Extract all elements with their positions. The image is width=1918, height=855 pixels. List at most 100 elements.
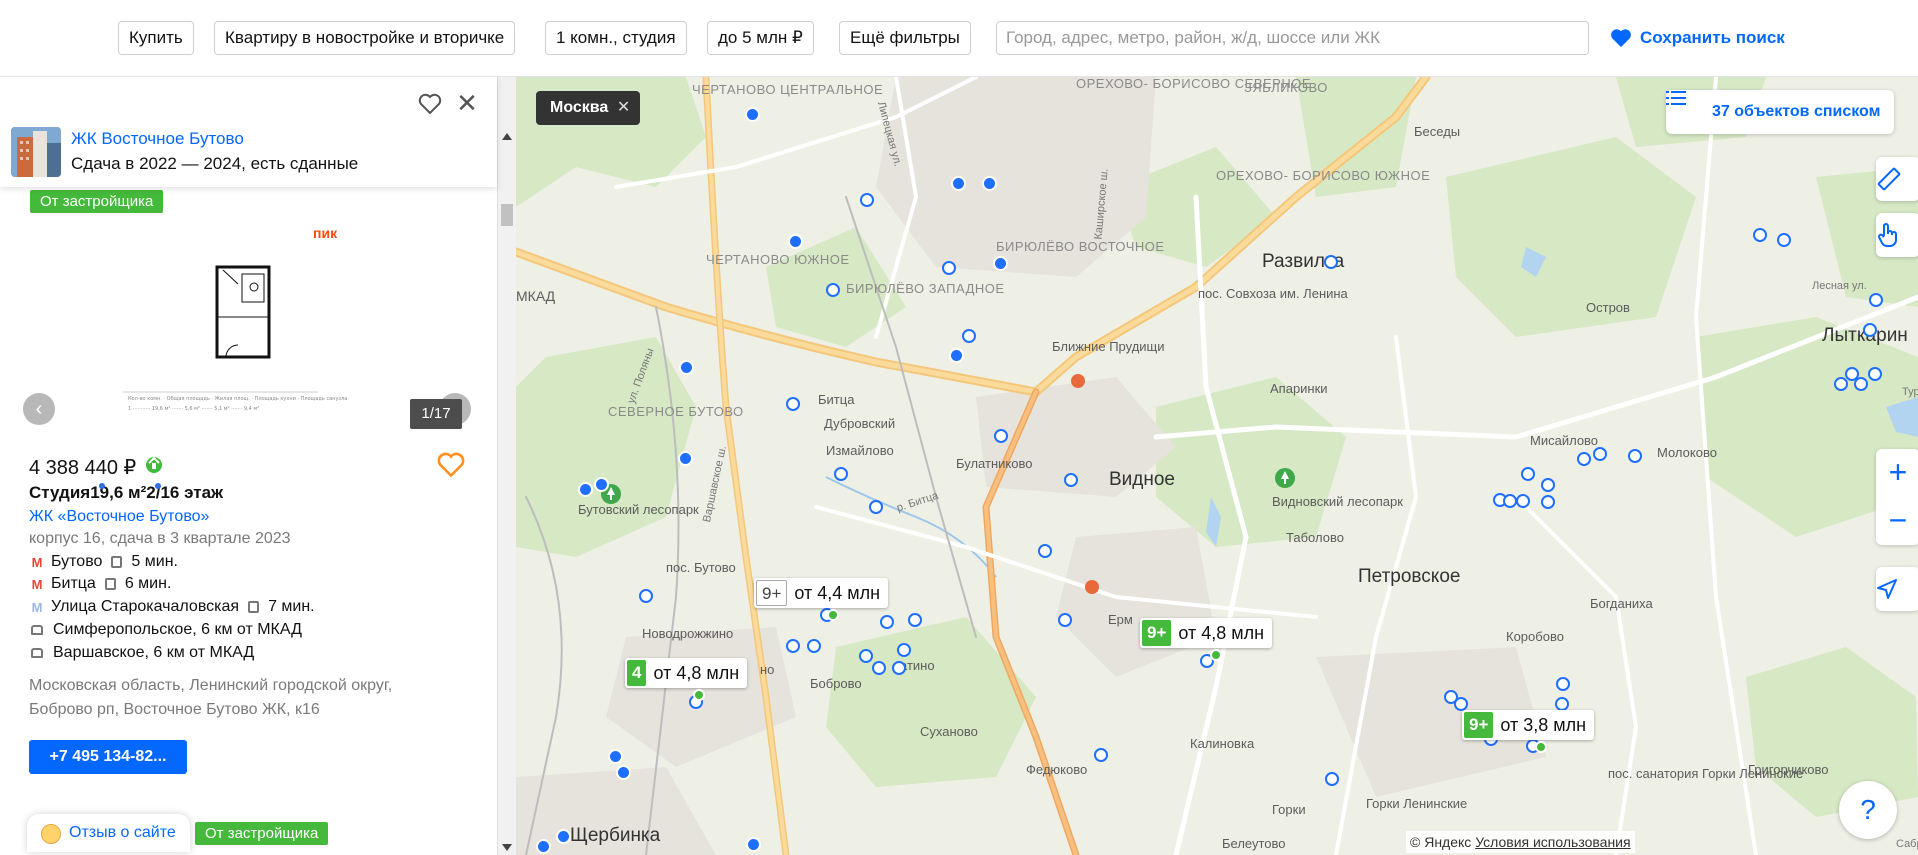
help-button[interactable]: ? [1839, 781, 1897, 839]
prev-photo-button[interactable]: ‹ [23, 393, 55, 425]
complex-thumbnail[interactable] [11, 127, 61, 177]
feedback-button[interactable]: Отзыв о сайте [27, 814, 190, 852]
scroll-thumb[interactable] [501, 204, 513, 226]
object-marker[interactable] [826, 283, 840, 297]
scroll-up-arrow[interactable] [502, 133, 512, 140]
object-marker[interactable] [786, 397, 800, 411]
object-marker[interactable] [859, 649, 873, 663]
object-marker[interactable] [1541, 478, 1555, 492]
zoom-in-button[interactable]: + [1876, 449, 1918, 497]
object-marker[interactable] [982, 176, 997, 191]
object-marker[interactable] [1038, 544, 1052, 558]
object-marker[interactable] [679, 360, 694, 375]
object-marker[interactable] [869, 500, 883, 514]
deal-type-button[interactable]: Купить [118, 21, 194, 55]
price-cluster[interactable]: 9+ от 4,8 млн [1140, 618, 1273, 648]
list-icon [1666, 91, 1686, 105]
object-marker[interactable] [892, 661, 906, 675]
save-search-button[interactable]: Сохранить поиск [1610, 21, 1785, 55]
object-marker[interactable] [1454, 697, 1468, 711]
favorite-offer-icon[interactable] [437, 452, 465, 478]
object-marker[interactable] [1868, 367, 1882, 381]
cluster-anchor[interactable] [827, 609, 839, 621]
object-marker[interactable] [1064, 473, 1078, 487]
jk-link[interactable]: ЖК «Восточное Бутово» [29, 508, 209, 526]
object-marker[interactable] [1556, 677, 1570, 691]
object-marker[interactable] [994, 429, 1008, 443]
object-marker[interactable] [1854, 377, 1868, 391]
search-input[interactable]: Город, адрес, метро, район, ж/д, шоссе и… [996, 21, 1589, 55]
hand-icon [1878, 223, 1897, 247]
drag-mode-button[interactable] [1876, 213, 1918, 257]
price-cluster[interactable]: 4 от 4,8 млн [625, 658, 748, 688]
object-marker[interactable] [1869, 293, 1883, 307]
object-marker[interactable] [788, 234, 803, 249]
object-marker[interactable] [1777, 233, 1791, 247]
price-cluster[interactable]: 9+ от 3,8 млн [1462, 710, 1595, 740]
object-marker[interactable] [536, 839, 551, 854]
object-marker[interactable] [745, 107, 760, 122]
object-marker[interactable] [860, 193, 874, 207]
object-marker[interactable] [1058, 613, 1072, 627]
object-marker[interactable] [1593, 447, 1607, 461]
object-marker[interactable] [616, 765, 631, 780]
price-button[interactable]: до 5 млн ₽ [707, 21, 814, 55]
ruler-button[interactable] [1876, 157, 1918, 201]
object-marker[interactable] [1094, 748, 1108, 762]
object-marker[interactable] [1834, 377, 1848, 391]
geolocation-button[interactable] [1876, 567, 1918, 611]
object-marker[interactable] [578, 482, 593, 497]
complex-name-link[interactable]: ЖК Восточное Бутово [71, 129, 244, 149]
object-marker[interactable] [834, 467, 848, 481]
object-type-button[interactable]: Квартиру в новостройке и вторичке [214, 21, 516, 55]
object-marker[interactable] [1577, 452, 1591, 466]
object-marker[interactable] [786, 639, 800, 653]
object-marker[interactable] [639, 589, 653, 603]
terms-link[interactable]: Условия использования [1475, 834, 1630, 850]
show-phone-button[interactable]: +7 495 134-82... [29, 740, 187, 774]
map-label: ОРЕХОВО- БОРИСОВО ЮЖНОЕ [1216, 168, 1431, 183]
object-marker[interactable] [897, 643, 911, 657]
object-marker[interactable] [949, 348, 964, 363]
map[interactable]: ЧЕРТАНОВО ЦЕНТРАЛЬНОЕ ЧЕРТАНОВО ЮЖНОЕ БИ… [516, 77, 1918, 855]
object-marker[interactable] [556, 829, 571, 844]
object-marker[interactable] [993, 256, 1008, 271]
list-view-button[interactable]: 37 объектов списком [1666, 90, 1895, 134]
zoom-out-button[interactable]: − [1876, 497, 1918, 545]
object-marker[interactable] [880, 615, 894, 629]
object-marker[interactable] [1325, 772, 1339, 786]
cluster-anchor[interactable] [1535, 741, 1547, 753]
close-icon[interactable]: ✕ [455, 90, 479, 116]
object-marker[interactable] [1753, 228, 1767, 242]
city-filter-chip[interactable]: Москва ✕ [536, 91, 641, 125]
cluster-anchor[interactable] [1210, 649, 1222, 661]
object-marker[interactable] [1521, 467, 1535, 481]
floorplan-image[interactable]: 1 ··········· 19,6 м² ······· 5,6 м² ···… [18, 222, 468, 422]
scroll-down-arrow[interactable] [502, 844, 512, 851]
price-cluster[interactable]: 9+ от 4,4 млн [754, 578, 889, 608]
object-marker[interactable] [1516, 494, 1530, 508]
object-marker[interactable] [872, 661, 886, 675]
object-marker[interactable] [746, 837, 761, 852]
object-marker[interactable] [908, 613, 922, 627]
favorite-icon[interactable] [418, 92, 442, 116]
close-icon[interactable]: ✕ [617, 91, 630, 125]
object-marker[interactable] [1863, 323, 1877, 337]
object-marker[interactable] [951, 176, 966, 191]
scrollbar[interactable] [497, 77, 516, 855]
object-marker[interactable] [1628, 449, 1642, 463]
object-marker[interactable] [1324, 255, 1338, 269]
object-marker[interactable] [807, 639, 821, 653]
object-marker[interactable] [678, 451, 693, 466]
price-history-icon[interactable] [144, 454, 164, 474]
object-marker[interactable] [1503, 494, 1517, 508]
rooms-button[interactable]: 1 комн., студия [545, 21, 687, 55]
object-marker[interactable] [1555, 697, 1569, 711]
object-marker[interactable] [594, 477, 609, 492]
cluster-anchor[interactable] [693, 689, 705, 701]
object-marker[interactable] [962, 329, 976, 343]
object-marker[interactable] [942, 261, 956, 275]
object-marker[interactable] [1541, 495, 1555, 509]
more-filters-button[interactable]: Ещё фильтры [839, 21, 971, 55]
object-marker[interactable] [608, 749, 623, 764]
